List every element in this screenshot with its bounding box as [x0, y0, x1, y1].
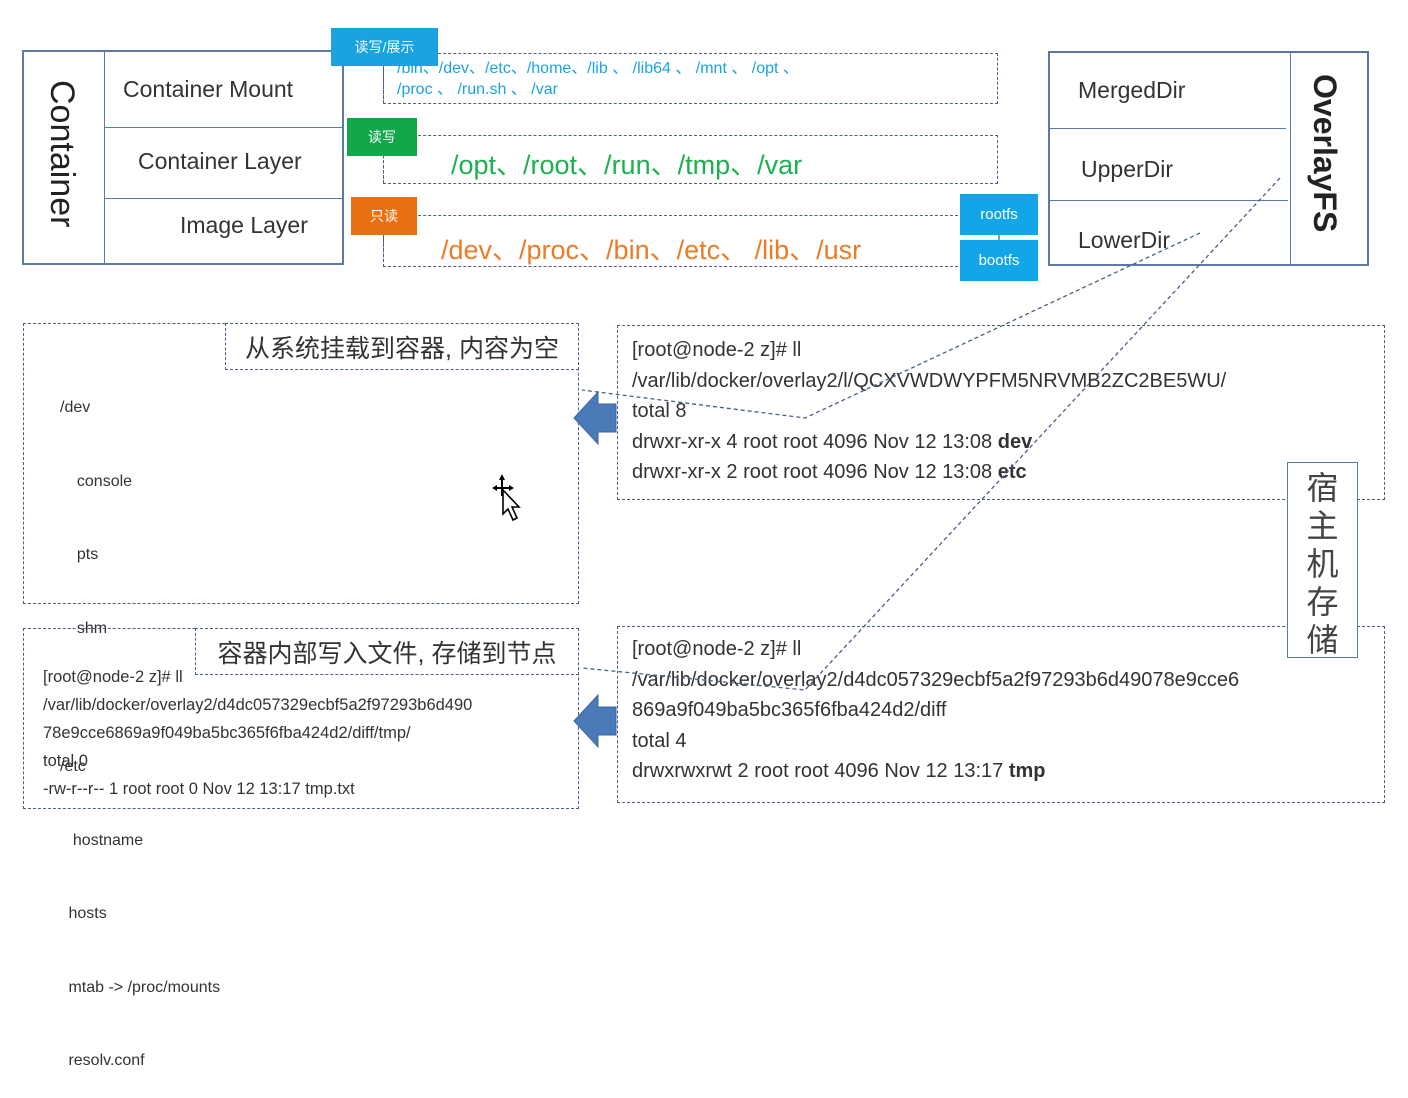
connector-overlay: [573, 177, 1281, 749]
tree-item: hosts: [64, 905, 107, 922]
tree-item: hostname: [64, 831, 144, 849]
upperdir-connector: [581, 177, 1281, 691]
tree-item: mtab -> /proc/mounts: [64, 978, 221, 996]
left-arrow-icon: [573, 693, 617, 749]
left-arrow-icon: [573, 390, 617, 446]
lowerdir-connector: [581, 232, 1201, 419]
tree-item: resolv.conf: [64, 1052, 145, 1069]
